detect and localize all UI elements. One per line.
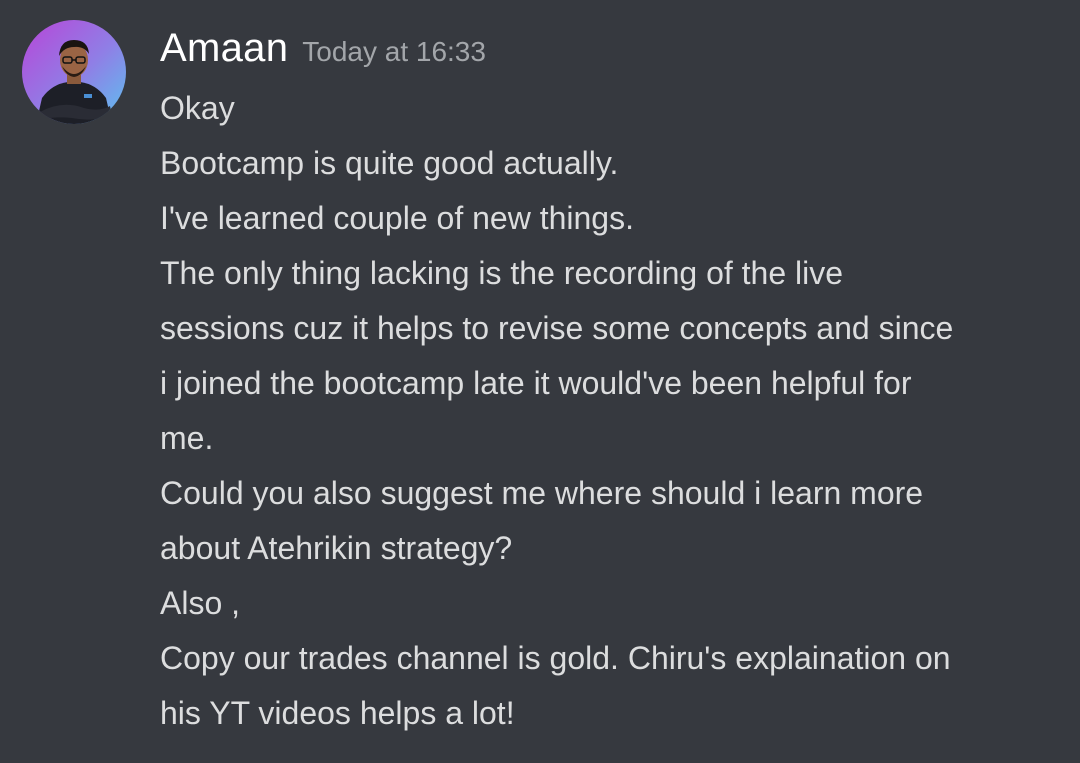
message-line: The only thing lacking is the recording … — [160, 255, 844, 291]
message-line: Bootcamp is quite good actually. — [160, 145, 619, 181]
message-header: Amaan Today at 16:33 — [160, 26, 486, 71]
message-timestamp[interactable]: Today at 16:33 — [302, 36, 486, 67]
message-line: about Atehrikin strategy? — [160, 530, 513, 566]
username[interactable]: Amaan — [160, 26, 288, 70]
message-content: Okay Bootcamp is quite good actually. I'… — [160, 81, 1060, 741]
message-line: Also , — [160, 585, 241, 621]
message-line: Copy our trades channel is gold. Chiru's… — [160, 640, 951, 676]
avatar[interactable] — [22, 20, 126, 124]
message-line: i joined the bootcamp late it would've b… — [160, 365, 912, 401]
message-line: Could you also suggest me where should i… — [160, 475, 924, 511]
message-line: sessions cuz it helps to revise some con… — [160, 310, 954, 346]
user-photo-icon — [22, 20, 126, 124]
message-line: Okay — [160, 90, 235, 126]
message-line: I've learned couple of new things. — [160, 200, 634, 236]
message-line: his YT videos helps a lot! — [160, 695, 515, 731]
chat-message: Amaan Today at 16:33 Okay Bootcamp is qui… — [0, 0, 1080, 763]
message-line: me. — [160, 420, 214, 456]
